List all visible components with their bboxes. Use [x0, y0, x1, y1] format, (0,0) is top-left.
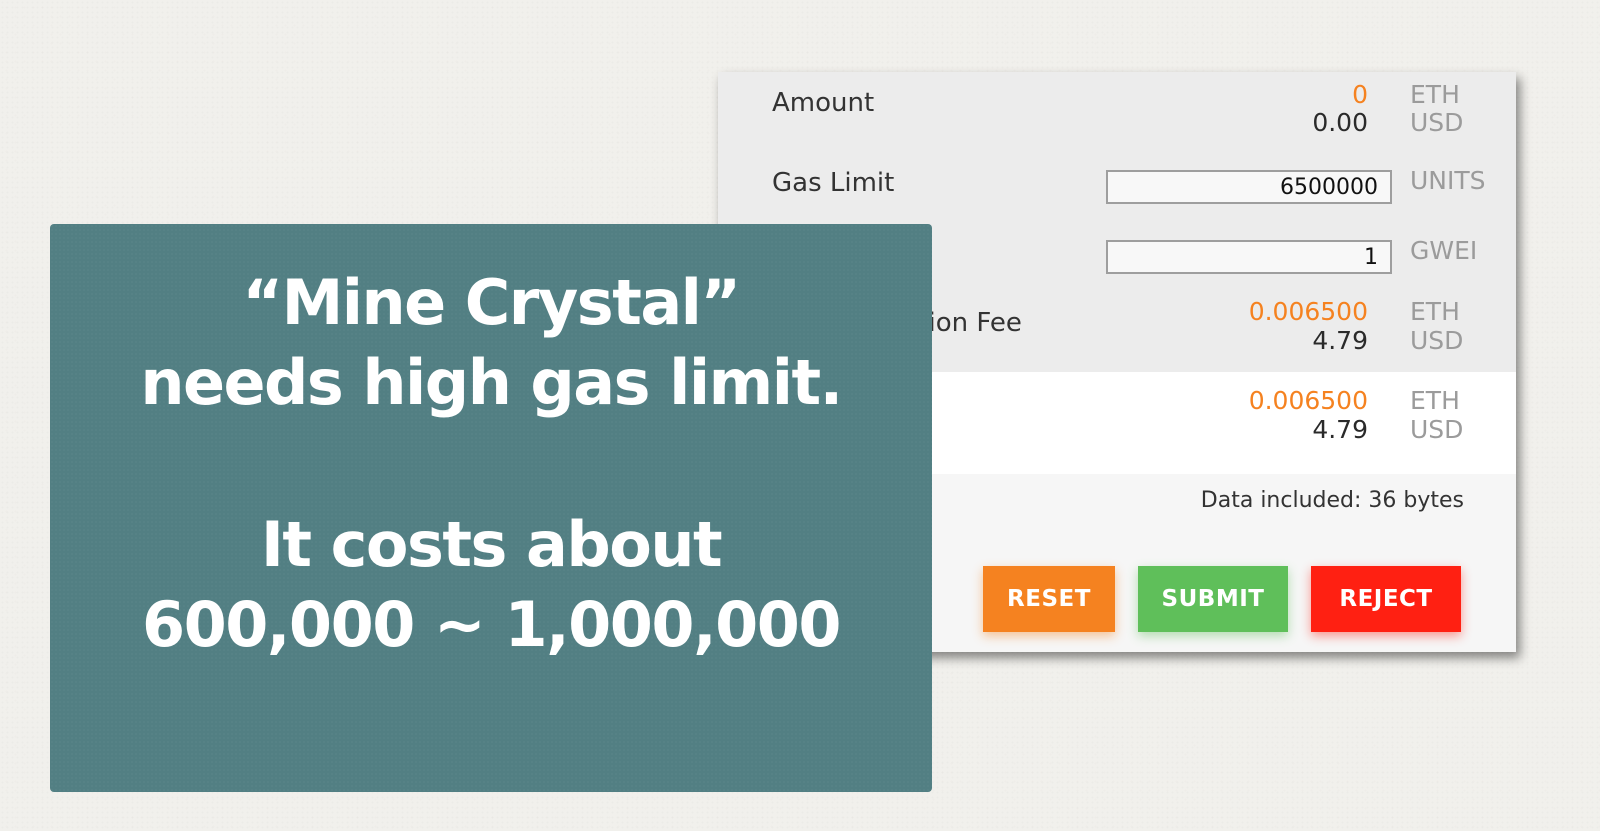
transaction-fee-eth-value: 0.006500 — [1248, 297, 1368, 326]
reject-button[interactable]: REJECT — [1311, 566, 1461, 632]
caption-line-4: 600,000 ~ 1,000,000 — [141, 588, 842, 661]
caption-card: “Mine Crystal” needs high gas limit. It … — [50, 224, 932, 792]
amount-eth-unit: ETH — [1410, 80, 1460, 109]
gas-limit-input[interactable] — [1106, 170, 1392, 204]
caption-line-1: “Mine Crystal” — [242, 266, 741, 339]
reset-button[interactable]: RESET — [983, 566, 1115, 632]
total-usd-value: 4.79 — [1312, 415, 1368, 444]
gas-limit-unit: UNITS — [1410, 166, 1486, 195]
total-eth-value: 0.006500 — [1248, 386, 1368, 415]
submit-button[interactable]: SUBMIT — [1138, 566, 1288, 632]
caption-line-2: needs high gas limit. — [140, 346, 843, 419]
caption-line-3: It costs about — [260, 508, 723, 581]
data-included-note: Data included: 36 bytes — [1200, 488, 1464, 513]
transaction-fee-usd-unit: USD — [1410, 326, 1464, 355]
total-usd-unit: USD — [1410, 415, 1464, 444]
amount-label: Amount — [772, 88, 875, 118]
gas-limit-label: Gas Limit — [772, 168, 895, 198]
transaction-fee-usd-value: 4.79 — [1312, 326, 1368, 355]
transaction-fee-eth-unit: ETH — [1410, 297, 1460, 326]
amount-eth-value: 0 — [1352, 80, 1368, 109]
gas-price-input[interactable] — [1106, 240, 1392, 274]
total-eth-unit: ETH — [1410, 386, 1460, 415]
amount-usd-unit: USD — [1410, 108, 1464, 137]
amount-usd-value: 0.00 — [1312, 108, 1368, 137]
gas-price-unit: GWEI — [1410, 236, 1478, 265]
